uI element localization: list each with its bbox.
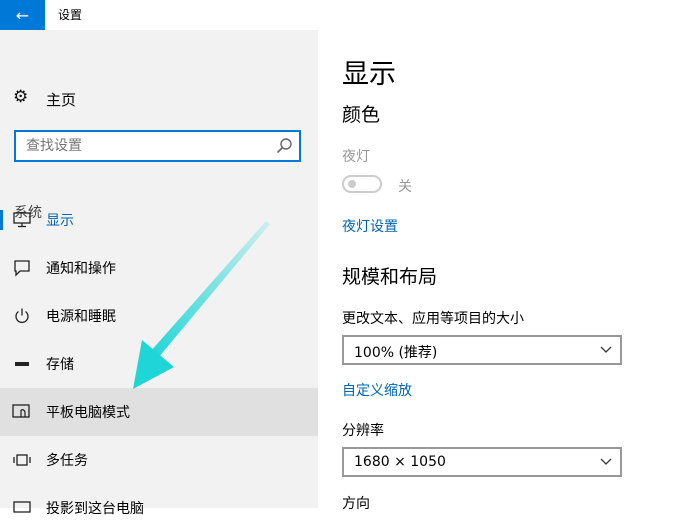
sidebar-item-label: 多任务: [46, 453, 88, 469]
speech-bubble-icon: [12, 258, 32, 278]
toggle-state-text: 关: [398, 179, 412, 195]
page-title: 显示: [342, 59, 396, 90]
scale-layout-heading: 规模和布局: [342, 266, 438, 288]
power-icon: [12, 306, 32, 326]
sidebar-item-power-sleep[interactable]: 电源和睡眠: [0, 292, 318, 340]
sidebar-item-projection[interactable]: 投影到这台电脑: [0, 484, 318, 532]
main-content: 显示 颜色 夜灯 关 夜灯设置 规模和布局 更改文本、应用等项目的大小 100%…: [318, 30, 695, 512]
sidebar-item-notifications[interactable]: 通知和操作: [0, 244, 318, 292]
color-section-heading: 颜色: [342, 104, 381, 126]
sidebar: ⚙ 主页 系统 显示 通知和操作: [0, 30, 318, 517]
sidebar-item-storage[interactable]: 存储: [0, 340, 318, 388]
orientation-label: 方向: [342, 496, 370, 512]
sidebar-item-label: 通知和操作: [46, 261, 116, 277]
sidebar-item-tablet-mode[interactable]: 平板电脑模式: [0, 388, 318, 436]
search-input[interactable]: [16, 132, 276, 160]
sidebar-item-label: 平板电脑模式: [46, 405, 130, 421]
sidebar-item-home[interactable]: ⚙ 主页: [0, 85, 318, 115]
resolution-dropdown[interactable]: 1680 × 1050: [342, 447, 622, 477]
sidebar-item-display[interactable]: 显示: [0, 196, 318, 244]
projection-icon: [12, 498, 32, 518]
chevron-down-icon: [600, 346, 612, 353]
sidebar-item-multitasking[interactable]: 多任务: [0, 436, 318, 484]
back-button[interactable]: ←: [0, 0, 45, 30]
gear-icon: ⚙: [13, 87, 29, 107]
resolution-value: 1680 × 1050: [354, 454, 446, 470]
multitasking-icon: [12, 450, 32, 470]
tablet-mode-icon: [12, 402, 32, 422]
sidebar-item-label: 显示: [46, 213, 74, 229]
window-title: 设置: [58, 8, 83, 22]
sidebar-item-label: 电源和睡眠: [46, 309, 116, 325]
night-light-label: 夜灯: [342, 149, 370, 165]
sidebar-item-label: 主页: [46, 91, 77, 109]
sidebar-item-label: 投影到这台电脑: [46, 501, 144, 517]
arrow-left-icon: ←: [15, 5, 30, 25]
night-light-toggle[interactable]: [342, 175, 382, 193]
storage-icon: [12, 354, 32, 374]
resolution-label: 分辨率: [342, 423, 384, 439]
toggle-knob: [348, 180, 356, 188]
search-icon[interactable]: [275, 137, 293, 155]
scale-dropdown[interactable]: 100% (推荐): [342, 335, 622, 365]
custom-scaling-link[interactable]: 自定义缩放: [342, 380, 412, 400]
scale-label: 更改文本、应用等项目的大小: [342, 311, 524, 327]
sidebar-item-label: 存储: [46, 357, 74, 373]
chevron-down-icon: [600, 458, 612, 465]
scale-value: 100% (推荐): [354, 345, 438, 361]
monitor-icon: [12, 210, 32, 230]
night-light-settings-link[interactable]: 夜灯设置: [342, 216, 398, 236]
title-bar: ← 设置: [0, 0, 695, 30]
search-box[interactable]: [14, 130, 301, 162]
